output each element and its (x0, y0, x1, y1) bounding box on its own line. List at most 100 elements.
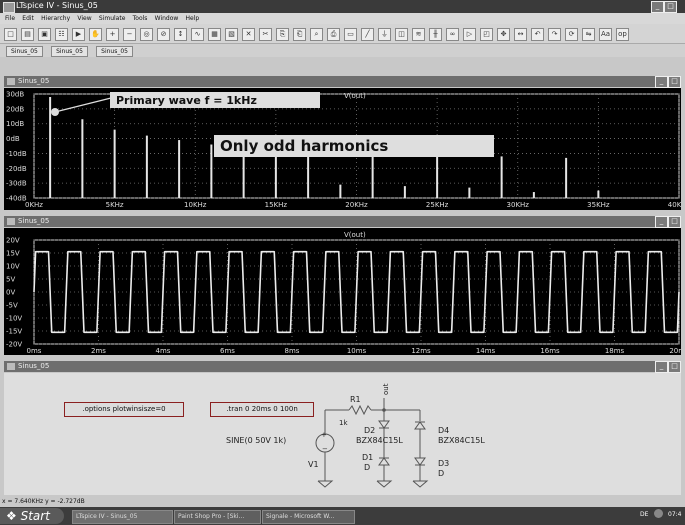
resistor-symbol[interactable] (348, 404, 372, 416)
task-paint-shop-pro[interactable]: Paint Shop Pro - [Ski... (174, 510, 261, 524)
label-r1[interactable]: R1 (350, 395, 361, 404)
capacitor-icon[interactable]: ╫ (429, 28, 442, 41)
inductor-icon[interactable]: ∞ (446, 28, 459, 41)
label-d4-value[interactable]: BZX84C15L (438, 436, 485, 445)
menu-tools[interactable]: Tools (133, 13, 148, 24)
menu-help[interactable]: Help (186, 13, 200, 24)
ground-icon[interactable]: ⏚ (378, 28, 391, 41)
open-icon[interactable]: ▤ (21, 28, 34, 41)
menu-hierarchy[interactable]: Hierarchy (41, 13, 70, 24)
menu-simulate[interactable]: Simulate (99, 13, 126, 24)
minimize-button[interactable]: _ (651, 1, 664, 13)
label-d3-value[interactable]: D (438, 469, 444, 478)
autorange-icon[interactable]: ↕ (174, 28, 187, 41)
task-word-document[interactable]: Signale - Microsoft W... (262, 510, 355, 524)
label-out[interactable]: out (382, 383, 390, 395)
cursor-readout: x = 7.640KHz y = -2.727dB (2, 498, 85, 505)
maximize-button[interactable]: □ (664, 1, 677, 13)
menu-window[interactable]: Window (155, 13, 179, 24)
control-panel-icon[interactable]: ☷ (55, 28, 68, 41)
zener-d2-symbol[interactable] (378, 420, 390, 429)
copy-icon[interactable]: ⎘ (276, 28, 289, 41)
windows-logo-icon: ❖ (6, 509, 17, 523)
zoom-cancel-icon[interactable]: ⊘ (157, 28, 170, 41)
drag-icon[interactable]: ↔ (514, 28, 527, 41)
fft-trace-label[interactable]: V(out) (344, 92, 366, 100)
spice-directive-icon[interactable]: op (616, 28, 629, 41)
menu-edit[interactable]: Edit (22, 13, 34, 24)
save-icon[interactable]: ▣ (38, 28, 51, 41)
tran-maximize-button[interactable]: □ (668, 216, 681, 228)
diode-d3-symbol[interactable] (414, 457, 426, 466)
start-button[interactable]: ❖ Start (0, 508, 64, 524)
tab-sinus-05-tran[interactable]: Sinus_05 (51, 46, 88, 57)
label-d3[interactable]: D3 (438, 459, 449, 468)
zoom-in-icon[interactable]: + (106, 28, 119, 41)
zoom-out-icon[interactable]: − (123, 28, 136, 41)
tray-network-icon[interactable] (654, 509, 663, 518)
zoom-fit-icon[interactable]: ◎ (140, 28, 153, 41)
new-icon[interactable]: □ (4, 28, 17, 41)
tran-x-tick-label: 14ms (476, 347, 496, 355)
source-minus-sign: − (322, 445, 328, 453)
undo-icon[interactable]: ↶ (531, 28, 544, 41)
diode-d1-symbol[interactable] (378, 457, 390, 466)
fft-x-tick-label: 30KHz (507, 201, 530, 209)
label-d4[interactable]: D4 (438, 426, 449, 435)
fft-icon[interactable]: ∿ (191, 28, 204, 41)
start-label: Start (20, 509, 50, 523)
tray-language[interactable]: DE (640, 511, 648, 518)
fft-x-tick-label: 20KHz (345, 201, 368, 209)
move-icon[interactable]: ✥ (497, 28, 510, 41)
diode-icon[interactable]: ▷ (463, 28, 476, 41)
menu-file[interactable]: File (5, 13, 15, 24)
tran-plot[interactable]: 20V 15V 10V 5V 0V -5V -10V -15V -20V 0ms 2ms 4ms 6m… (4, 228, 681, 355)
fft-minimize-button[interactable]: _ (655, 76, 668, 88)
fft-maximize-button[interactable]: □ (668, 76, 681, 88)
rotate-icon[interactable]: ⟳ (565, 28, 578, 41)
schematic-maximize-button[interactable]: □ (668, 361, 681, 373)
tran-y-tick-label: -5V (6, 302, 18, 310)
redo-icon[interactable]: ↷ (548, 28, 561, 41)
paste-icon[interactable]: ⎗ (293, 28, 306, 41)
tran-trace-label[interactable]: V(out) (344, 231, 366, 239)
schematic-minimize-button[interactable]: _ (655, 361, 668, 373)
tile-icon[interactable]: ▦ (208, 28, 221, 41)
text-icon[interactable]: Aa (599, 28, 612, 41)
schematic-canvas[interactable]: .options plotwinsisze=0 .tran 0 20ms 0 1… (4, 373, 681, 495)
component-icon[interactable]: ◰ (480, 28, 493, 41)
label-icon[interactable]: ◫ (395, 28, 408, 41)
wire-icon[interactable]: ╱ (361, 28, 374, 41)
menu-view[interactable]: View (77, 13, 91, 24)
tran-minimize-button[interactable]: _ (655, 216, 668, 228)
fft-y-tick-label: 10dB (6, 120, 24, 128)
fft-x-tick-label: 15KHz (265, 201, 288, 209)
label-d1-value[interactable]: D (364, 463, 370, 472)
label-v1[interactable]: V1 (308, 460, 319, 469)
cut-icon[interactable]: ✂ (259, 28, 272, 41)
label-r1-value[interactable]: 1k (339, 419, 348, 427)
source-plus-sign: + (321, 431, 327, 439)
tab-sinus-05-schematic[interactable]: Sinus_05 (96, 46, 133, 57)
fft-y-tick-label: 20dB (6, 105, 24, 113)
run-icon[interactable]: ▶ (72, 28, 85, 41)
mirror-icon[interactable]: ⇋ (582, 28, 595, 41)
label-d2[interactable]: D2 (364, 426, 375, 435)
print-icon[interactable]: ⎙ (327, 28, 340, 41)
resistor-icon[interactable]: ≋ (412, 28, 425, 41)
label-source-value[interactable]: SINE(0 50V 1k) (226, 436, 286, 445)
task-ltspice[interactable]: LTspice IV - Sinus_05 (72, 510, 173, 524)
tran-y-tick-label: 20V (6, 237, 20, 245)
fft-plot[interactable]: 30dB 20dB 10dB 0dB -10dB -20dB -30dB -40dB 0KHz… (4, 88, 681, 210)
cascade-icon[interactable]: ▧ (225, 28, 238, 41)
fft-y-tick-label: -40dB (6, 195, 27, 203)
zener-d4-symbol[interactable] (414, 421, 426, 430)
label-d1[interactable]: D1 (362, 453, 373, 462)
close-all-icon[interactable]: ✕ (242, 28, 255, 41)
find-icon[interactable]: ⌕ (310, 28, 323, 41)
tab-sinus-05-fft[interactable]: Sinus_05 (6, 46, 43, 57)
label-d2-value[interactable]: BZX84C15L (356, 436, 403, 445)
print-preview-icon[interactable]: ▭ (344, 28, 357, 41)
tran-y-tick-label: 10V (6, 263, 20, 271)
halt-icon[interactable]: ✋ (89, 28, 102, 41)
